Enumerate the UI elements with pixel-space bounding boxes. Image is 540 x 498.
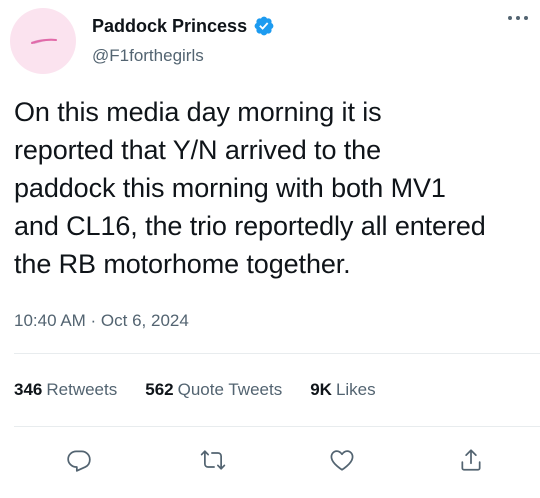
retweets-stat[interactable]: 346 Retweets (14, 380, 117, 400)
likes-label: Likes (335, 380, 376, 399)
divider (14, 426, 540, 427)
tweet-text: On this media day morning it is reported… (14, 97, 486, 279)
avatar[interactable] (10, 8, 76, 74)
retweet-button[interactable] (193, 440, 233, 480)
retweets-count: 346 (14, 380, 43, 399)
like-button[interactable] (322, 440, 362, 480)
share-icon (461, 449, 481, 471)
tweet-card: Paddock Princess @F1forthegirls On this … (0, 0, 540, 498)
retweets-label: Retweets (46, 380, 118, 399)
action-bar (0, 440, 540, 480)
avatar-image (31, 38, 57, 44)
quote-tweets-count: 562 (145, 380, 174, 399)
name-row: Paddock Princess (92, 14, 275, 38)
likes-count: 9K (310, 380, 332, 399)
reply-button[interactable] (59, 440, 99, 480)
verified-badge-icon (253, 15, 275, 37)
timestamp[interactable]: 10:40 AM · Oct 6, 2024 (14, 311, 189, 331)
handle[interactable]: @F1forthegirls (92, 46, 275, 66)
likes-stat[interactable]: 9K Likes (310, 380, 375, 400)
engagement-stats: 346 Retweets 562 Quote Tweets 9K Likes (14, 380, 376, 400)
display-name[interactable]: Paddock Princess (92, 16, 247, 37)
heart-icon (330, 450, 354, 471)
reply-icon (67, 450, 91, 472)
divider (14, 353, 540, 354)
retweet-icon (200, 450, 226, 470)
quote-tweets-label: Quote Tweets (177, 380, 283, 399)
more-icon[interactable] (506, 8, 530, 28)
tweet-header: Paddock Princess @F1forthegirls (92, 14, 275, 66)
share-button[interactable] (451, 440, 491, 480)
quote-tweets-stat[interactable]: 562 Quote Tweets (145, 380, 282, 400)
